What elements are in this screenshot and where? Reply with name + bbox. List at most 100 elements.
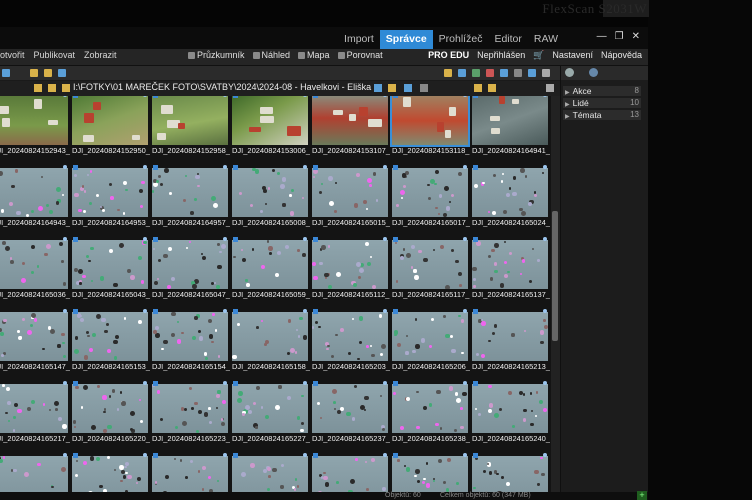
thumbnail[interactable]: DJI_20240824165227_... [232, 381, 310, 449]
tag-icon[interactable] [473, 237, 478, 242]
thumbnail[interactable]: DJI_20240824165158_... [232, 309, 310, 377]
tag-icon[interactable] [73, 237, 78, 242]
folder-tree-icon[interactable] [2, 69, 10, 77]
view-preview-button[interactable]: Náhled [252, 50, 290, 60]
nav-back-icon[interactable] [404, 84, 412, 92]
tag-icon[interactable] [473, 381, 478, 386]
thumbnail[interactable]: DJI_20240824165117_... [392, 237, 470, 305]
thumbnail[interactable]: DJI_20240824165238_... [392, 381, 470, 449]
thumbnail[interactable]: DJI_20240824165147_... [0, 309, 70, 377]
thumbnail[interactable]: DJI_20240824153006_... [232, 96, 310, 161]
folder-open-icon[interactable] [44, 69, 52, 77]
batch-icon[interactable] [458, 69, 466, 77]
folder-icon[interactable] [30, 69, 38, 77]
info-tab-icon[interactable] [565, 68, 574, 77]
tag-icon[interactable] [153, 309, 158, 314]
tag-icon[interactable] [393, 165, 398, 170]
thumbnail[interactable]: DJI_20240824165015_... [312, 165, 390, 233]
share-icon[interactable] [444, 69, 452, 77]
thumbnail[interactable]: DJI_20240824165008_... [232, 165, 310, 233]
tag-icon[interactable] [313, 165, 318, 170]
expand-icon[interactable]: ▶ [565, 112, 570, 122]
thumbnail[interactable]: DJI_20240824164943_... [0, 165, 70, 233]
thumbnail[interactable]: DJI_20240824164953_... [72, 165, 150, 233]
tag-icon[interactable] [233, 309, 238, 314]
tag-icon[interactable] [233, 453, 238, 458]
thumbnail[interactable]: DJI_20240824165043_... [72, 237, 150, 305]
tag-icon[interactable] [313, 237, 318, 242]
thumbnail[interactable]: DJI_20240824165206_... [392, 309, 470, 377]
thumbnail[interactable]: DJI_20240824165047_... [152, 237, 230, 305]
tag-icon[interactable] [233, 165, 238, 170]
tag-icon[interactable] [393, 381, 398, 386]
thumbnail[interactable]: DJI_20240824165217_... [0, 381, 70, 449]
folder-nav-icon[interactable] [34, 84, 42, 92]
view-explorer-button[interactable]: Průzkumník [188, 50, 245, 60]
view-compare-button[interactable]: Porovnat [337, 50, 383, 60]
tag-icon[interactable] [393, 453, 398, 458]
map-tool-icon[interactable] [472, 69, 480, 77]
thumbnail[interactable]: DJI_20240824165017_... [392, 165, 470, 233]
tag-icon[interactable] [233, 237, 238, 242]
tab-raw[interactable]: RAW [528, 30, 564, 49]
tag-icon[interactable] [73, 381, 78, 386]
tag-icon[interactable] [393, 96, 398, 98]
search-icon[interactable] [546, 84, 554, 92]
thumbnail[interactable]: DJI_20240824165036_... [0, 237, 70, 305]
browse-icon[interactable] [388, 84, 396, 92]
tag-icon[interactable] [233, 96, 238, 98]
category-item[interactable]: ▶ Akce 8 [563, 86, 641, 96]
thumbnail[interactable]: DJI_20240824165213_... [472, 309, 550, 377]
folder-up-icon[interactable] [48, 84, 56, 92]
thumbnail[interactable]: DJI_20240824165237_... [312, 381, 390, 449]
tag-icon[interactable] [393, 309, 398, 314]
cart-icon[interactable]: 🛒 [533, 50, 544, 61]
tag-icon[interactable] [153, 453, 158, 458]
tab-editor[interactable]: Editor [488, 30, 527, 49]
collection-icon[interactable] [488, 84, 496, 92]
maximize-icon[interactable]: ❐ [615, 31, 624, 42]
thumbnail[interactable]: DJI_20240824152958_... [152, 96, 230, 161]
thumbnail[interactable]: DJI_20240824165240_... [472, 381, 550, 449]
thumbnail[interactable]: DJI_20240824165024_... [472, 165, 550, 233]
thumb-size-icon[interactable] [528, 69, 536, 77]
menu-item-0[interactable]: otvořit [0, 50, 25, 60]
tag-icon[interactable] [313, 309, 318, 314]
category-item[interactable]: ▶ Témata 13 [563, 110, 641, 120]
thumbnail[interactable]: DJI_20240824165203_... [312, 309, 390, 377]
login-status[interactable]: Nepřihlášen [477, 50, 525, 61]
menu-item-1[interactable]: Publikovat [34, 50, 76, 60]
favorites-icon[interactable] [474, 84, 482, 92]
view-map-button[interactable]: Mapa [298, 50, 330, 60]
settings-link[interactable]: Nastavení [552, 50, 593, 61]
sort-icon[interactable] [514, 69, 522, 77]
tag-icon[interactable] [233, 381, 238, 386]
tag-icon[interactable] [393, 237, 398, 242]
keywords-tab-icon[interactable] [589, 68, 598, 77]
rotate-icon[interactable] [486, 69, 494, 77]
thumbnail[interactable]: DJI_20240824152943_... [0, 96, 70, 161]
tag-icon[interactable] [473, 453, 478, 458]
tag-icon[interactable] [73, 453, 78, 458]
thumbnail[interactable]: DJI_20240824165112_... [312, 237, 390, 305]
thumbnail[interactable]: DJI_20240824165137_... [472, 237, 550, 305]
filter-icon[interactable] [58, 69, 66, 77]
options-icon[interactable] [542, 69, 550, 77]
category-item[interactable]: ▶ Lidé 10 [563, 98, 641, 108]
thumbnail[interactable]: DJI_20240824152950_... [72, 96, 150, 161]
tag-icon[interactable] [153, 165, 158, 170]
tag-icon[interactable] [153, 381, 158, 386]
tab-import[interactable]: Import [338, 30, 380, 49]
tag-icon[interactable] [473, 96, 478, 98]
thumbnail[interactable]: DJI_20240824165223_... [152, 381, 230, 449]
expand-icon[interactable]: ▶ [565, 100, 570, 110]
menu-item-2[interactable]: Zobrazit [84, 50, 117, 60]
refresh-icon[interactable] [374, 84, 382, 92]
grid-scrollbar[interactable] [551, 96, 560, 500]
expand-icon[interactable]: ▶ [565, 88, 570, 98]
tag-icon[interactable] [473, 165, 478, 170]
tag-icon[interactable] [313, 381, 318, 386]
thumbnail[interactable]: DJI_20240824165059_... [232, 237, 310, 305]
nav-forward-icon[interactable] [420, 84, 428, 92]
close-icon[interactable]: ✕ [632, 31, 640, 42]
